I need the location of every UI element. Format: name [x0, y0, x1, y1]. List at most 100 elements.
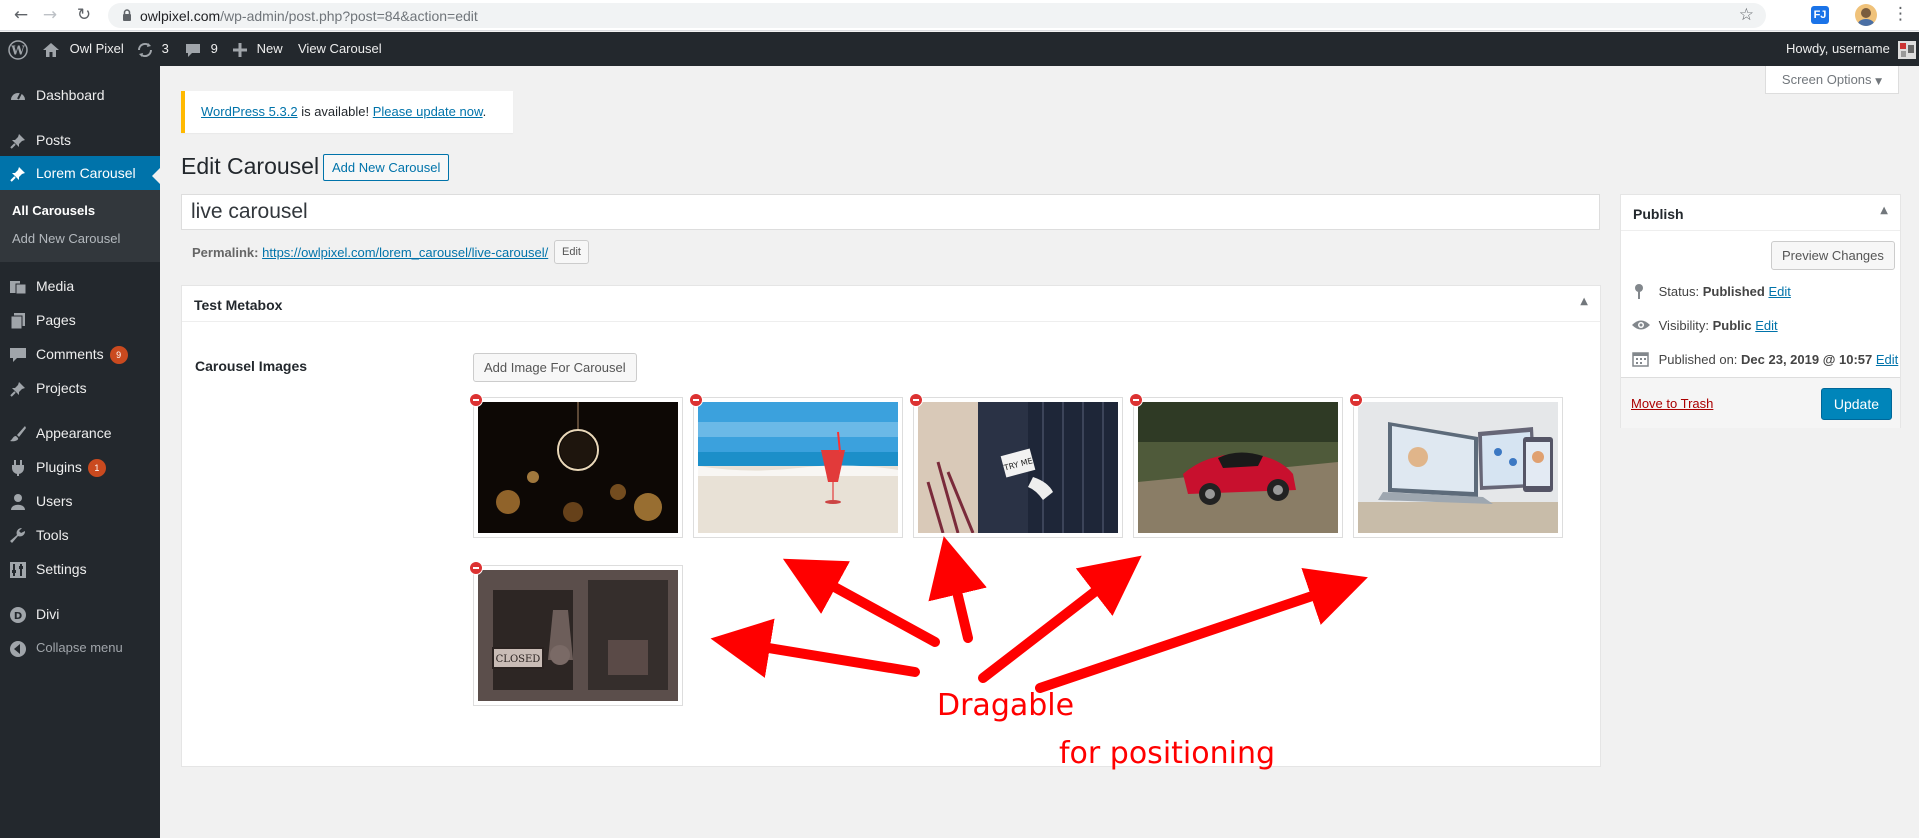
annotation-label-dragable: Dragable — [937, 688, 1075, 723]
submenu-add-new-carousel[interactable]: Add New Carousel — [12, 231, 120, 246]
forward-arrow-icon[interactable]: → — [39, 4, 61, 26]
annotation-label-positioning: for positioning — [1059, 736, 1276, 771]
sidebar-item-dashboard[interactable]: Dashboard — [0, 78, 160, 112]
sidebar-item-tools[interactable]: Tools — [0, 518, 160, 552]
collapse-icon — [10, 641, 26, 657]
comments-icon — [10, 348, 26, 362]
edit-date-link[interactable]: Edit — [1876, 352, 1898, 367]
wordpress-version-link[interactable]: WordPress 5.3.2 — [201, 104, 298, 119]
add-image-button[interactable]: Add Image For Carousel — [473, 353, 637, 382]
settings-icon — [10, 562, 26, 578]
user-icon — [11, 494, 25, 510]
svg-text:D: D — [14, 611, 22, 622]
pages-icon — [10, 313, 25, 330]
home-icon — [43, 42, 59, 57]
plugins-update-badge: 1 — [87, 459, 106, 477]
remove-image-icon[interactable] — [1349, 393, 1363, 407]
try-me-tag-image: TRY ME — [918, 402, 1118, 533]
submenu-all-carousels[interactable]: All Carousels — [12, 203, 95, 218]
pin-icon — [10, 382, 25, 397]
sidebar-item-lorem-carousel[interactable]: Lorem Carousel — [0, 156, 160, 190]
calendar-icon — [1632, 352, 1649, 367]
user-avatar-icon — [1898, 40, 1917, 59]
sidebar-item-posts[interactable]: Posts — [0, 123, 160, 157]
new-content-link[interactable]: New — [233, 32, 283, 66]
comments-count-badge: 9 — [109, 346, 128, 364]
sidebar-item-divi[interactable]: D Divi — [0, 597, 160, 631]
updates-icon — [137, 42, 153, 57]
devices-mockup-image — [1358, 402, 1558, 533]
address-bar[interactable]: owlpixel.com/wp-admin/post.php?post=84&a… — [108, 3, 1766, 28]
bookmark-star-icon[interactable]: ☆ — [1739, 5, 1754, 25]
sidebar-item-pages[interactable]: Pages — [0, 303, 160, 337]
permalink-label: Permalink: — [192, 245, 259, 260]
browser-menu-icon[interactable]: ⋮ — [1892, 4, 1909, 24]
plus-icon — [233, 42, 247, 57]
site-name-link[interactable]: Owl Pixel — [42, 32, 124, 66]
profile-avatar[interactable] — [1855, 4, 1877, 26]
remove-image-icon[interactable] — [909, 393, 923, 407]
sidebar-item-appearance[interactable]: Appearance — [0, 416, 160, 450]
svg-text:W: W — [10, 43, 25, 57]
update-notice: WordPress 5.3.2 is available! Please upd… — [181, 91, 513, 133]
pin-icon — [10, 167, 25, 182]
wordpress-logo-icon[interactable]: W — [8, 32, 28, 66]
update-button[interactable]: Update — [1820, 388, 1892, 420]
url-text: owlpixel.com/wp-admin/post.php?post=84&a… — [140, 8, 478, 24]
pin-icon — [10, 134, 25, 149]
comments-link[interactable]: 9 — [185, 32, 218, 66]
remove-image-icon[interactable] — [469, 393, 483, 407]
screen-options-button[interactable]: Screen Options ▼ — [1765, 66, 1899, 94]
collapse-arrow-icon[interactable]: ▲ — [1580, 296, 1588, 307]
eye-icon — [1632, 320, 1650, 330]
back-arrow-icon[interactable]: ← — [10, 4, 32, 26]
view-carousel-link[interactable]: View Carousel — [298, 32, 382, 66]
wrench-icon — [10, 527, 26, 543]
move-to-trash-link[interactable]: Move to Trash — [1631, 396, 1713, 411]
update-now-link[interactable]: Please update now — [373, 104, 483, 119]
closed-sign-image: CLOSED — [478, 570, 678, 701]
sidebar-item-media[interactable]: Media — [0, 269, 160, 303]
publish-header[interactable]: Publish ▲ — [1621, 195, 1900, 231]
collapse-menu-button[interactable]: Collapse menu — [0, 631, 160, 665]
extension-icon[interactable]: FJ — [1811, 6, 1829, 24]
page-title: Edit Carousel — [181, 153, 320, 179]
divi-icon: D — [10, 607, 26, 623]
permalink-row: Permalink: https://owlpixel.com/lorem_ca… — [192, 245, 548, 260]
remove-image-icon[interactable] — [1129, 393, 1143, 407]
carousel-image-thumb[interactable]: TRY ME — [909, 393, 1123, 538]
sidebar-item-plugins[interactable]: Plugins 1 — [0, 450, 160, 484]
comment-bubble-icon — [186, 43, 200, 57]
reload-icon[interactable]: ↻ — [73, 4, 95, 26]
carousel-image-thumb[interactable]: CLOSED — [469, 561, 683, 706]
user-account-link[interactable]: Howdy, username — [1786, 32, 1917, 66]
sidebar-item-users[interactable]: Users — [0, 484, 160, 518]
carousel-image-thumb[interactable] — [689, 393, 903, 538]
updates-link[interactable]: 3 — [136, 32, 169, 66]
carousel-image-thumb[interactable] — [1129, 393, 1343, 538]
lock-icon — [123, 9, 131, 21]
carousel-image-thumb[interactable] — [1349, 393, 1563, 538]
preview-changes-button[interactable]: Preview Changes — [1771, 241, 1895, 270]
dashboard-icon — [11, 92, 25, 100]
sidebar-item-comments[interactable]: Comments 9 — [0, 337, 160, 371]
edit-visibility-link[interactable]: Edit — [1755, 318, 1777, 333]
beach-drink-image — [698, 402, 898, 533]
metabox-header[interactable]: Test Metabox ▲ — [182, 286, 1600, 322]
post-title-input[interactable]: live carousel — [181, 194, 1600, 230]
edit-status-link[interactable]: Edit — [1768, 284, 1790, 299]
add-new-carousel-button[interactable]: Add New Carousel — [323, 154, 450, 181]
carousel-image-thumb[interactable] — [469, 393, 683, 538]
sidebar-item-projects[interactable]: Projects — [0, 371, 160, 405]
permalink-edit-button[interactable]: Edit — [554, 240, 589, 264]
plug-icon — [12, 460, 24, 476]
metabox-title: Test Metabox — [194, 297, 283, 313]
collapse-arrow-icon[interactable]: ▲ — [1880, 205, 1888, 216]
admin-sidebar: Dashboard Posts Lorem Carousel All Carou… — [0, 66, 160, 838]
brush-icon — [10, 426, 26, 442]
sidebar-item-settings[interactable]: Settings — [0, 552, 160, 586]
permalink-url-link[interactable]: https://owlpixel.com/lorem_carousel/live… — [262, 245, 548, 260]
remove-image-icon[interactable] — [469, 561, 483, 575]
remove-image-icon[interactable] — [689, 393, 703, 407]
visibility-row: Visibility: Public Edit — [1631, 317, 1778, 333]
